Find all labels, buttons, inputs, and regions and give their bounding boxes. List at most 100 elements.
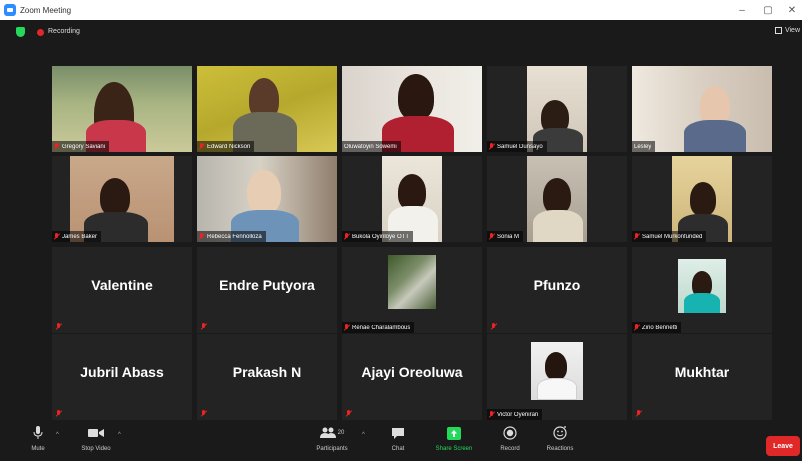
participant-name: Gregory Saviani [62,143,106,150]
muted-mic-icon [344,324,350,331]
video-options-chevron-icon[interactable]: ^ [118,432,121,438]
participants-label: Participants [316,446,348,452]
participant-name: Renae Charalambous [352,324,411,331]
participant-tile[interactable]: Sonia M [487,156,627,242]
zoom-logo-icon [4,4,16,16]
participant-tile[interactable]: Endre Putyora [197,247,337,333]
participant-video [672,156,732,242]
participant-shoulders [537,378,577,400]
participant-name: Lesley [634,143,652,150]
muted-mic-icon [54,233,60,240]
reactions-label: Reactions [546,446,574,452]
participant-tile[interactable]: Gregory Saviani [52,66,192,152]
participant-tile[interactable]: Jubril Abass [52,334,192,420]
chat-button[interactable]: Chat [376,426,420,452]
participant-tile[interactable]: Rebecca Fennolloza [197,156,337,242]
mute-label: Mute [31,446,45,452]
recording-label[interactable]: Recording [48,28,80,35]
participant-nametag: Victor Oyeniran [487,409,543,420]
participant-tile[interactable]: Edward Nickson [197,66,337,152]
participant-name-display: Endre Putyora [219,277,315,293]
share-screen-label: Share Screen [435,446,473,452]
participants-count: 20 [337,430,345,436]
muted-mic-icon [634,233,640,240]
record-icon [502,426,518,440]
chat-bubble-icon [390,426,406,440]
muted-mic-icon [201,323,207,330]
participant-video [527,156,587,242]
participant-tile[interactable]: Prakash N [197,334,337,420]
audio-options-chevron-icon[interactable]: ^ [56,432,59,438]
participant-nametag: Renae Charalambous [342,322,415,333]
muted-mic-icon [636,410,642,417]
participant-tile[interactable]: Lesley [632,66,772,152]
participant-name-display: Jubril Abass [80,364,164,380]
participant-silhouette [398,74,434,120]
participant-nametag: Sonia M [487,231,524,242]
participant-avatar [678,259,726,313]
participants-options-chevron-icon[interactable]: ^ [362,432,365,438]
participant-name: James Baker [62,233,98,240]
participant-tile[interactable]: Mukhtar [632,334,772,420]
muted-mic-icon [56,323,62,330]
leave-button[interactable]: Leave [766,436,800,456]
participant-nametag: Lesley [632,141,656,152]
participant-tile[interactable]: Renae Charalambous [342,247,482,333]
record-button[interactable]: Record [488,426,532,452]
participant-tile[interactable]: Pfunzo [487,247,627,333]
mute-button[interactable]: Mute [16,426,60,452]
muted-mic-icon [489,411,495,418]
participant-tile[interactable]: Victor Oyeniran [487,334,627,420]
participant-silhouette [398,174,426,210]
grid-icon [774,27,782,34]
participant-name: Bukola Oyinloye OTT [352,233,410,240]
muted-mic-icon [344,233,350,240]
participant-name: Sonia M [497,233,520,240]
participants-button[interactable]: 20 Participants [310,426,354,452]
muted-mic-icon [199,233,205,240]
participant-video [52,66,192,152]
participant-tile[interactable]: Samuel Dunsayo [487,66,627,152]
participant-video [527,66,587,152]
minimize-button[interactable]: – [728,0,756,20]
record-label: Record [500,446,520,452]
security-shield-icon[interactable] [16,27,25,37]
reactions-button[interactable]: Reactions [538,426,582,452]
participant-tile[interactable]: Bukola Oyinloye OTT [342,156,482,242]
participant-video [70,156,174,242]
window-title: Zoom Meeting [20,5,72,15]
participant-tile[interactable]: Samuel Murkonfunded [632,156,772,242]
participant-nametag: Rebecca Fennolloza [197,231,266,242]
muted-mic-icon [201,410,207,417]
participant-nametag: Samuel Dunsayo [487,141,547,152]
participant-video [197,66,337,152]
share-screen-icon [446,426,462,440]
muted-mic-icon [56,410,62,417]
active-speaker-tile[interactable]: Oluwatoyin Sowemi [342,66,482,152]
participant-name: Rebecca Fennolloza [207,233,262,240]
stop-video-label: Stop Video [81,446,111,452]
chat-label: Chat [391,446,405,452]
participant-name-display: Mukhtar [674,364,730,380]
muted-mic-icon [199,143,205,150]
participant-nametag: Oluwatoyin Sowemi [342,141,401,152]
participant-tile[interactable]: Zino Bennetti [632,247,772,333]
window-titlebar: Zoom Meeting [0,0,802,20]
participant-video [632,66,772,152]
participant-name-display: Ajayi Oreoluwa [361,364,463,380]
participant-nametag: Zino Bennetti [632,322,682,333]
stop-video-button[interactable]: Stop Video [74,426,118,452]
participant-silhouette [100,178,130,216]
participant-shoulders [684,293,720,313]
participant-tile[interactable]: Ajayi Oreoluwa [342,334,482,420]
emoji-smile-icon [552,426,568,440]
participant-tile[interactable]: Valentine [52,247,192,333]
share-screen-button[interactable]: Share Screen [432,426,476,452]
participant-nametag: James Baker [52,231,102,242]
participant-silhouette [545,352,567,380]
view-button[interactable]: View [774,27,800,34]
participant-name: Samuel Dunsayo [497,143,543,150]
close-button[interactable]: ✕ [778,0,802,20]
participant-silhouette [247,170,281,214]
participant-tile[interactable]: James Baker [52,156,192,242]
